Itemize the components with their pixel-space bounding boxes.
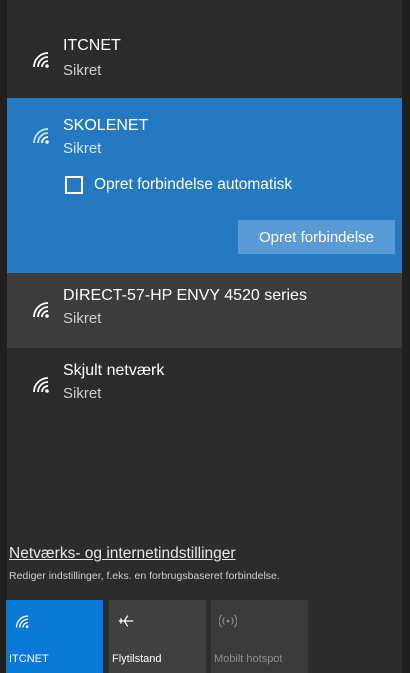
hotspot-icon: [219, 614, 237, 628]
network-flyout: ITCNET Sikret SKOLENET Sikret Opret forb…: [7, 0, 402, 673]
wifi-icon: [15, 615, 29, 629]
network-status: Sikret: [63, 62, 102, 79]
airplane-mode-tile[interactable]: Flytilstand: [109, 600, 206, 673]
network-name: ITCNET: [63, 37, 121, 54]
network-item-skolenet[interactable]: SKOLENET Sikret Opret forbindelse automa…: [7, 98, 402, 273]
tile-label: Flytilstand: [112, 653, 162, 665]
wifi-icon: [33, 302, 49, 318]
network-item-itcnet[interactable]: ITCNET Sikret: [7, 0, 402, 98]
network-item-hidden[interactable]: Skjult netværk Sikret: [7, 348, 402, 418]
network-status: Sikret: [63, 140, 102, 157]
tile-label: ITCNET: [9, 653, 49, 665]
network-item-direct-hp[interactable]: DIRECT-57-HP ENVY 4520 series Sikret: [7, 273, 402, 348]
network-status: Sikret: [63, 385, 102, 402]
network-name: SKOLENET: [63, 117, 149, 134]
tile-label: Mobilt hotspot: [214, 653, 283, 665]
wifi-icon: [33, 377, 49, 393]
wifi-toggle-tile[interactable]: ITCNET: [6, 600, 103, 673]
auto-connect-label[interactable]: Opret forbindelse automatisk: [94, 176, 292, 194]
auto-connect-checkbox[interactable]: [65, 176, 83, 194]
airplane-icon: [118, 615, 134, 627]
network-settings-link[interactable]: Netværks- og internetindstillinger: [9, 545, 236, 563]
network-name: Skjult netværk: [63, 362, 165, 379]
connect-button[interactable]: Opret forbindelse: [238, 220, 395, 254]
network-name: DIRECT-57-HP ENVY 4520 series: [63, 287, 307, 304]
mobile-hotspot-tile[interactable]: Mobilt hotspot: [211, 600, 308, 673]
wifi-icon: [33, 52, 49, 68]
network-status: Sikret: [63, 310, 102, 327]
wifi-icon: [33, 128, 49, 144]
network-settings-description: Rediger indstillinger, f.eks. en forbrug…: [9, 570, 280, 582]
